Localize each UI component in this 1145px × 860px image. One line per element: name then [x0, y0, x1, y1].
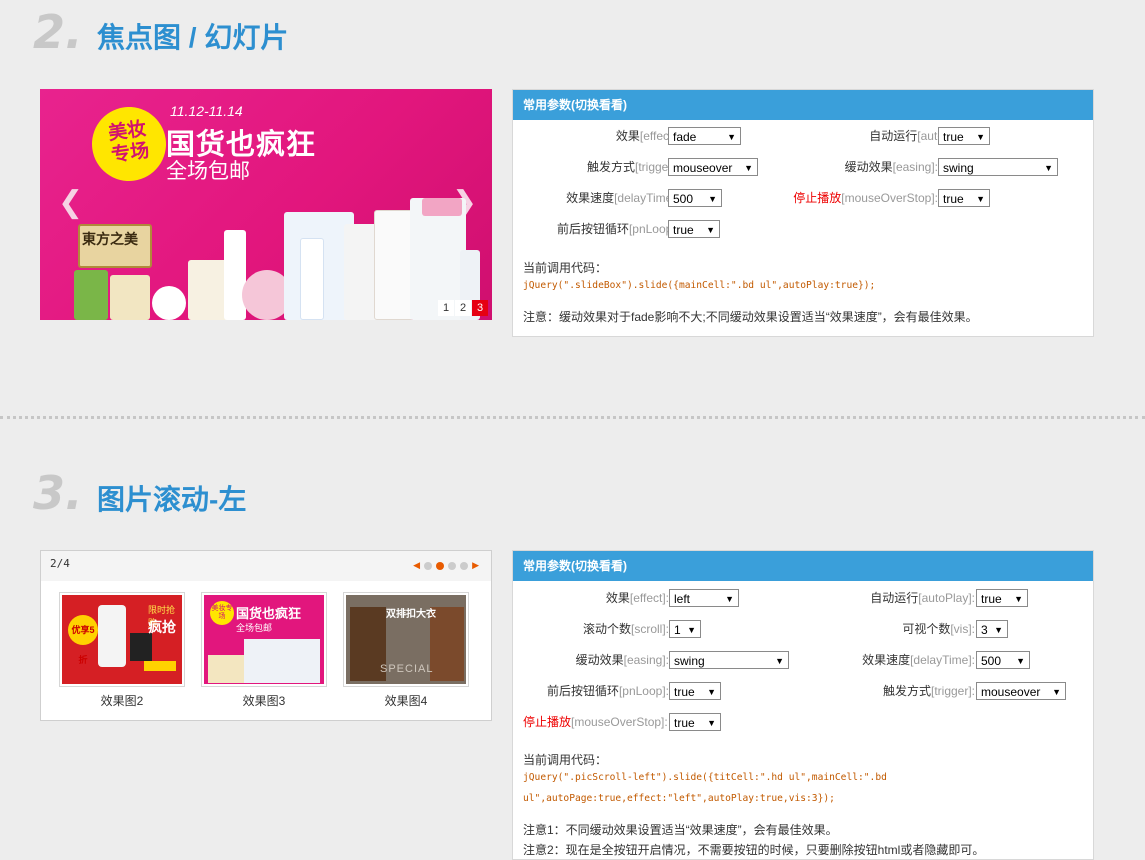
delay-label: 效果速度[delayTime]:: [862, 653, 975, 667]
loop-label: 前后按钮循环[pnLoop]:: [556, 222, 679, 236]
trigger-select[interactable]: mouseover: [976, 682, 1066, 701]
vis-label: 可视个数[vis]:: [902, 622, 975, 636]
page-dot-3[interactable]: 3: [472, 300, 488, 316]
stop-label: 停止播放[mouseOverStop]:: [523, 715, 668, 729]
thumb-image: 美妆专场 国货也疯狂 全场包邮: [204, 595, 324, 684]
params-panel: 常用参数(切换看看) 效果[effect]: fade 自动运行[autoPla…: [512, 89, 1094, 337]
page-dot[interactable]: [424, 561, 433, 570]
scroll-label: 滚动个数[scroll]:: [582, 622, 669, 636]
trigger-label: 触发方式[trigger]:: [882, 684, 975, 698]
stop-select[interactable]: true: [938, 189, 990, 208]
section-divider: [0, 416, 1145, 419]
pic-scroll-box: 2/4 ◀ ▶ 优享5折 限时抢购 疯抢 效果图2 美妆专场 国货也疯狂 全场包…: [40, 550, 492, 721]
effect-select[interactable]: fade: [668, 127, 741, 146]
thumb-image: 优享5折 限时抢购 疯抢: [62, 595, 182, 684]
params-panel: 常用参数(切换看看) 效果[effect]: left 自动运行[autoPla…: [512, 550, 1094, 860]
code-label: 当前调用代码：: [523, 261, 608, 275]
focus-slideshow[interactable]: 美妆专场 11.12-11.14 国货也疯狂 全场包邮 ❮ ❯ 東方之美 1 2…: [40, 89, 492, 320]
promo-subline: 全场包邮: [166, 160, 250, 183]
note-text-2: 注意2：现在是全按钮开启情况，不需要按钮的时候，只要删除按钮html或者隐藏即可…: [523, 843, 985, 857]
thumb-image: 双排扣大衣 SPECIAL: [346, 595, 466, 684]
scroll-pager: ◀ ▶: [413, 560, 479, 571]
note-text-1: 注意1：不同缓动效果设置适当“效果速度”，会有最佳效果。: [523, 823, 838, 837]
brand-logo: 東方之美: [82, 231, 138, 247]
page-dot[interactable]: [460, 561, 469, 570]
delay-label: 效果速度[delayTime]:: [566, 191, 679, 205]
loop-select[interactable]: true: [668, 220, 720, 239]
loop-select[interactable]: true: [669, 682, 721, 701]
note-text: 注意：缓动效果对于fade影响不大;不同缓动效果设置适当“效果速度”，会有最佳效…: [523, 310, 978, 324]
stop-label: 停止播放[mouseOverStop]:: [793, 191, 938, 205]
thumb-item[interactable]: 美妆专场 国货也疯狂 全场包邮: [201, 592, 327, 687]
section-title: 图片滚动-左: [97, 484, 247, 515]
slide-pager: 1 2 3: [438, 300, 488, 316]
triangle-left-icon[interactable]: ◀: [413, 560, 420, 571]
section-number: 3.: [33, 466, 83, 520]
thumb-item[interactable]: 优享5折 限时抢购 疯抢: [59, 592, 185, 687]
product-image: 東方之美: [74, 197, 480, 320]
autoplay-select[interactable]: true: [938, 127, 990, 146]
autoplay-label: 自动运行[autoPlay]:: [870, 591, 975, 605]
stop-select[interactable]: true: [669, 713, 721, 732]
code-snippet-line2: ul",autoPage:true,effect:"left",autoPlay…: [523, 793, 835, 804]
promo-date: 11.12-11.14: [170, 103, 243, 119]
page-dot[interactable]: [436, 561, 445, 570]
easing-select[interactable]: swing: [669, 651, 789, 670]
code-snippet: jQuery(".slideBox").slide({mainCell:".bd…: [523, 280, 876, 291]
page-counter: 2/4: [50, 557, 70, 570]
thumb-item[interactable]: 双排扣大衣 SPECIAL: [343, 592, 469, 687]
delay-select[interactable]: 500: [976, 651, 1030, 670]
code-snippet-line1: jQuery(".picScroll-left").slide({titCell…: [523, 772, 887, 783]
autoplay-select[interactable]: true: [976, 589, 1028, 608]
trigger-label: 触发方式[trigger]:: [586, 160, 679, 174]
section-number: 2.: [33, 5, 83, 59]
section-title: 焦点图 / 幻灯片: [97, 22, 289, 53]
easing-select[interactable]: swing: [938, 158, 1058, 177]
loop-label: 前后按钮循环[pnLoop]:: [546, 684, 669, 698]
easing-label: 缓动效果[easing]:: [844, 160, 938, 174]
page-dot-2[interactable]: 2: [455, 300, 471, 316]
delay-select[interactable]: 500: [668, 189, 722, 208]
scroll-select[interactable]: 1: [669, 620, 701, 639]
page-dot[interactable]: [448, 561, 457, 570]
triangle-right-icon[interactable]: ▶: [472, 560, 479, 571]
effect-label: 效果[effect]:: [605, 591, 669, 605]
code-label: 当前调用代码：: [523, 753, 608, 767]
easing-label: 缓动效果[easing]:: [575, 653, 669, 667]
trigger-select[interactable]: mouseover: [668, 158, 758, 177]
panel-header: 常用参数(切换看看): [513, 90, 1093, 120]
thumb-caption[interactable]: 效果图3: [201, 692, 327, 709]
thumb-caption[interactable]: 效果图2: [59, 692, 185, 709]
page-dot-1[interactable]: 1: [438, 300, 454, 316]
panel-header: 常用参数(切换看看): [513, 551, 1093, 581]
promo-badge: 美妆 专场: [87, 102, 171, 186]
effect-select[interactable]: left: [669, 589, 739, 608]
scroll-header: 2/4 ◀ ▶: [41, 551, 491, 581]
thumb-caption[interactable]: 效果图4: [343, 692, 469, 709]
vis-select[interactable]: 3: [976, 620, 1008, 639]
